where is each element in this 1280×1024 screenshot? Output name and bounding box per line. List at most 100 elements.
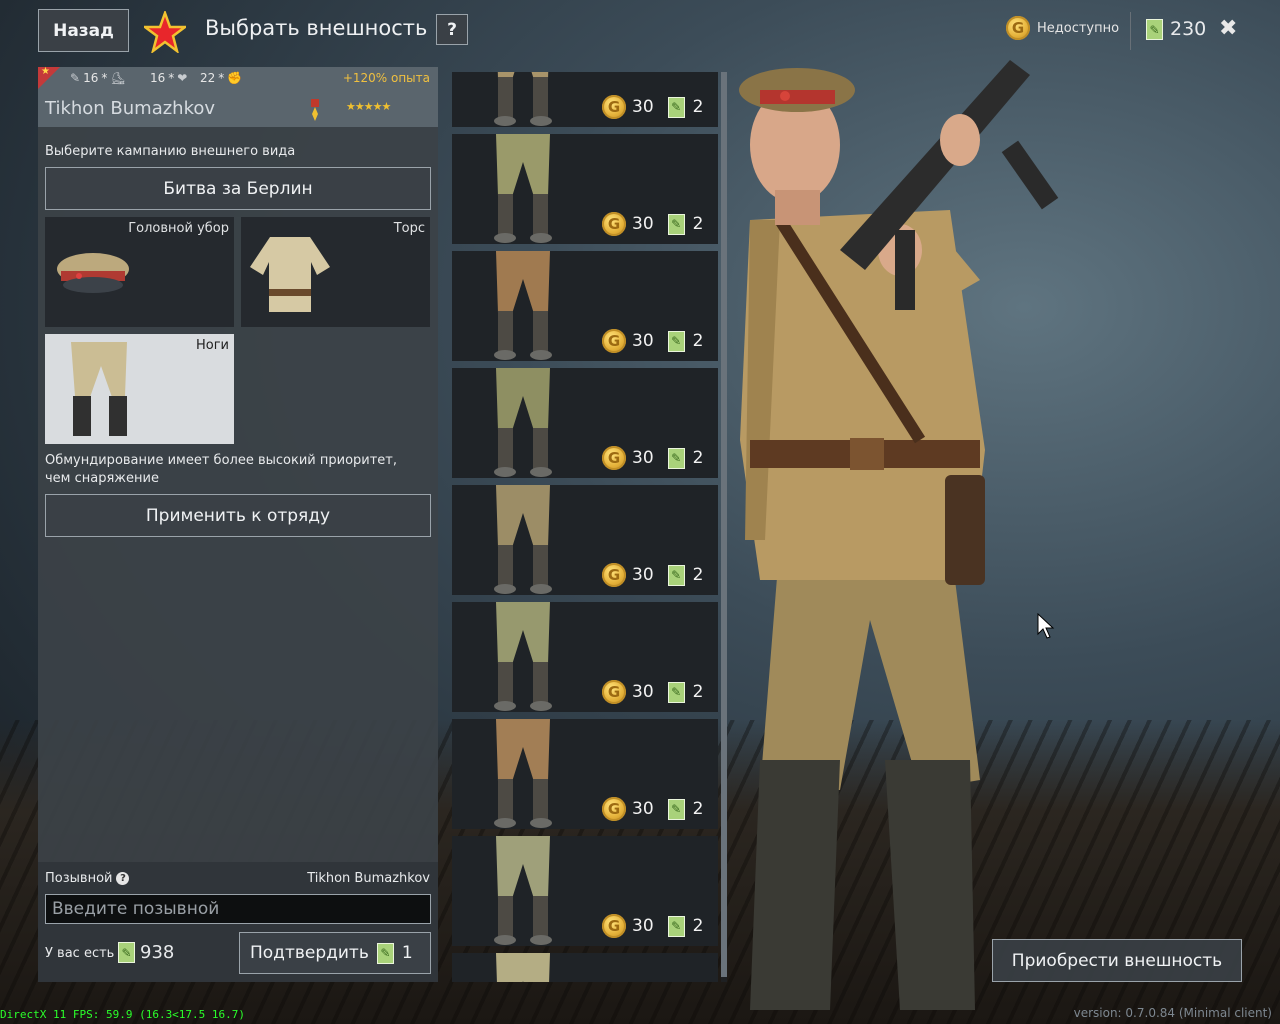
gold-coin-icon: G — [602, 329, 626, 353]
appearance-ticket-icon: ✎ — [667, 564, 685, 586]
soldier-model — [739, 60, 1059, 1010]
gold-coin-icon: G — [602, 95, 626, 119]
pants-icon — [496, 953, 550, 982]
appearance-ticket-icon: ✎ — [1146, 19, 1163, 40]
item-price: G 30 ✎ 2 — [602, 797, 703, 821]
appearance-panel: ★ ✎ 16 * ⛸ 16 * ❤ 22 * ✊ +120% опыта Tikhon… — [38, 66, 438, 982]
gold-price: 30 — [632, 565, 654, 585]
appearance-item[interactable]: G 30 ✎ 2 — [452, 72, 718, 127]
appearance-ticket-icon: ✎ — [667, 681, 685, 703]
slot-torso[interactable]: Торс — [241, 217, 430, 327]
gold-price: 30 — [632, 799, 654, 819]
ticket-price: 2 — [692, 214, 704, 234]
item-price: G 30 ✎ 2 — [602, 914, 703, 938]
appearance-ticket-icon: ✎ — [376, 942, 394, 964]
buy-appearance-button[interactable]: Приобрести внешность — [992, 939, 1242, 982]
stat-health: 16 * ❤ — [150, 71, 188, 85]
callsign-label: Позывной ? — [45, 871, 130, 886]
gold-price: 30 — [632, 97, 654, 117]
ticket-price: 2 — [692, 448, 704, 468]
appearance-ticket-icon: ✎ — [667, 798, 685, 820]
version-label: version: 0.7.0.84 (Minimal client) — [1073, 1006, 1272, 1020]
item-price: G 30 ✎ 2 — [602, 212, 703, 236]
callsign-section: Позывной ? Tikhon Bumazhkov У вас есть ✎… — [38, 862, 438, 982]
you-have-label: У вас есть — [45, 946, 115, 961]
mouse-cursor — [1037, 613, 1055, 639]
appearance-item[interactable]: G 30 ✎ 2 — [452, 134, 718, 244]
appearance-ticket-icon: ✎ — [667, 330, 685, 352]
gold-coin-icon: G — [602, 446, 626, 470]
appearance-item[interactable]: G 30 ✎ 2 — [452, 251, 718, 361]
appearance-ticket-icon: ✎ — [667, 915, 685, 937]
slot-headgear[interactable]: Головной убор — [45, 217, 234, 327]
pants-icon — [494, 72, 552, 126]
soldier-name: Tikhon Bumazhkov — [45, 98, 216, 119]
callsign-input[interactable] — [45, 894, 431, 924]
rank-star-icon: ★ — [41, 66, 50, 77]
soldier-card[interactable]: ★ ✎ 16 * ⛸ 16 * ❤ 22 * ✊ +120% опыта Tikhon… — [38, 66, 438, 127]
cap-icon — [57, 253, 129, 293]
pants-icon — [494, 602, 552, 711]
pants-icon — [494, 836, 552, 945]
weapon-icon: ✎ — [70, 71, 81, 85]
campaign-select[interactable]: Битва за Берлин — [45, 167, 431, 210]
pants-icon — [494, 719, 552, 828]
appearance-item[interactable]: G 30 ✎ 2 — [452, 719, 718, 829]
campaign-label: Выберите кампанию внешнего вида — [45, 144, 296, 159]
tickets-owned: 938 — [140, 942, 175, 963]
stat-hand: 22 * ✊ — [200, 71, 243, 85]
help-icon[interactable]: ? — [116, 872, 130, 885]
appearance-item[interactable] — [452, 953, 718, 982]
back-button[interactable]: Назад — [38, 9, 129, 52]
item-price: G 30 ✎ 2 — [602, 95, 703, 119]
ticket-price: 2 — [692, 331, 704, 351]
gold-price: 30 — [632, 682, 654, 702]
page-title: Выбрать внешность — [205, 16, 428, 40]
close-button[interactable]: ✖ — [1219, 16, 1237, 41]
gold-coin-icon: G — [602, 212, 626, 236]
gold-coin-icon: G — [1006, 16, 1030, 40]
item-price: G 30 ✎ 2 — [602, 446, 703, 470]
appearance-item[interactable]: G 30 ✎ 2 — [452, 602, 718, 712]
exp-bonus: +120% опыта — [342, 71, 430, 85]
pants-icon — [71, 342, 127, 436]
help-button[interactable]: ? — [436, 14, 468, 45]
slot-legs[interactable]: Ноги — [45, 334, 234, 444]
ticket-price: 2 — [692, 565, 704, 585]
gold-coin-icon: G — [602, 563, 626, 587]
fps-counter: DirectX 11 FPS: 59.9 (16.3<17.5 16.7) — [0, 1008, 246, 1021]
appearance-ticket-icon: ✎ — [667, 96, 685, 118]
pants-icon — [494, 368, 552, 477]
pants-icon — [494, 134, 552, 243]
gold-price: 30 — [632, 916, 654, 936]
ticket-price: 2 — [692, 799, 704, 819]
appearance-ticket-icon: ✎ — [667, 447, 685, 469]
appearance-item[interactable]: G 30 ✎ 2 — [452, 836, 718, 946]
current-callsign: Tikhon Bumazhkov — [307, 871, 430, 886]
appearance-ticket-icon: ✎ — [118, 942, 135, 963]
ticket-price: 2 — [692, 916, 704, 936]
gold-coin-icon: G — [602, 914, 626, 938]
item-price: G 30 ✎ 2 — [602, 680, 703, 704]
gold-price: 30 — [632, 331, 654, 351]
appearance-ticket-icon: ✎ — [667, 213, 685, 235]
heart-icon: ❤ — [177, 71, 188, 85]
scrollbar-thumb[interactable] — [721, 72, 727, 977]
pants-icon — [494, 251, 552, 360]
header-divider — [1130, 12, 1131, 50]
red-star-icon — [144, 11, 186, 53]
gold-price: 30 — [632, 448, 654, 468]
list-scrollbar[interactable] — [721, 72, 727, 982]
appearance-list: G 30 ✎ 2 G 30 ✎ 2 G 30 ✎ 2 G 30 ✎ 2 G 30 ✎ 2 G 30 ✎ 2 G 30 ✎ 2 G 30 ✎ 2 — [449, 72, 721, 982]
hand-icon: ✊ — [227, 71, 243, 85]
appearance-item[interactable]: G 30 ✎ 2 — [452, 368, 718, 478]
gold-status: Недоступно — [1037, 21, 1120, 36]
item-price: G 30 ✎ 2 — [602, 329, 703, 353]
gold-coin-icon: G — [602, 797, 626, 821]
apply-to-squad-button[interactable]: Применить к отряду — [45, 494, 431, 537]
tunic-icon — [250, 237, 330, 312]
priority-note: Обмундирование имеет более высокий приор… — [45, 453, 398, 486]
appearance-item[interactable]: G 30 ✎ 2 — [452, 485, 718, 595]
pants-icon — [494, 485, 552, 594]
confirm-callsign-button[interactable]: Подтвердить ✎ 1 — [239, 932, 431, 974]
